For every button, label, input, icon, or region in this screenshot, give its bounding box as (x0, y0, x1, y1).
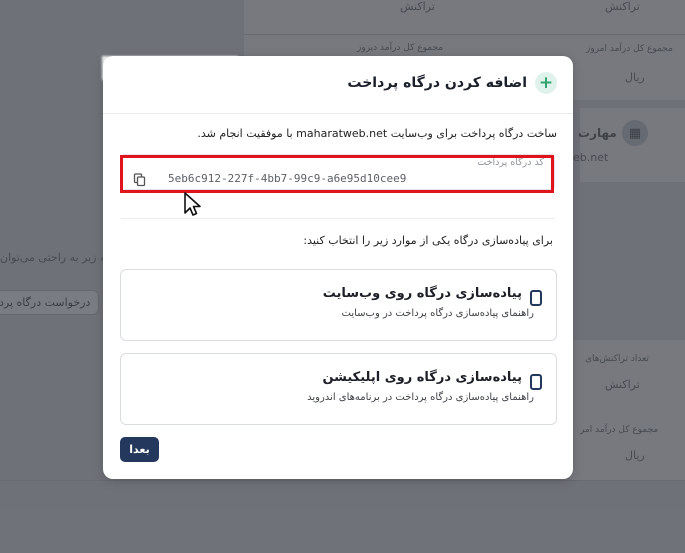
later-button[interactable]: بعدا (120, 437, 159, 462)
add-gateway-modal: + اضافه کردن درگاه پرداخت ساخت درگاه پرد… (103, 56, 573, 479)
gateway-code-label: کد درگاه پرداخت (477, 157, 544, 168)
option-application[interactable]: پیاده‌سازی درگاه روی اپلیکیشن راهنمای پی… (120, 353, 557, 425)
mobile-icon (530, 290, 542, 306)
modal-header: + اضافه کردن درگاه پرداخت (347, 72, 557, 94)
gateway-code-value[interactable]: 5eb6c912-227f-4bb7-99c9-a6e95d10cee9 (168, 172, 406, 185)
option-website-description: راهنمای پیاده‌سازی درگاه پرداخت در وب‌سا… (341, 308, 535, 319)
option-application-title: پیاده‌سازی درگاه روی اپلیکیشن (322, 370, 522, 385)
option-application-description: راهنمای پیاده‌سازی درگاه پرداخت در برنام… (307, 392, 534, 403)
header-divider (103, 113, 573, 114)
option-website[interactable]: پیاده‌سازی درگاه روی وب‌سایت راهنمای پیا… (120, 269, 557, 341)
success-message: ساخت درگاه پرداخت برای وب‌سایت maharatwe… (197, 127, 557, 140)
mouse-pointer-icon (184, 192, 201, 216)
option-website-title: پیاده‌سازی درگاه روی وب‌سایت (322, 286, 522, 301)
plus-icon: + (535, 72, 557, 94)
choose-instruction: برای پیاده‌سازی درگاه یکی از موارد زیر ر… (303, 234, 553, 247)
modal-title: اضافه کردن درگاه پرداخت (347, 75, 527, 91)
mobile-icon (530, 374, 542, 390)
gateway-code-field[interactable]: کد درگاه پرداخت 5eb6c912-227f-4bb7-99c9-… (121, 154, 555, 190)
copy-icon[interactable] (133, 173, 147, 187)
